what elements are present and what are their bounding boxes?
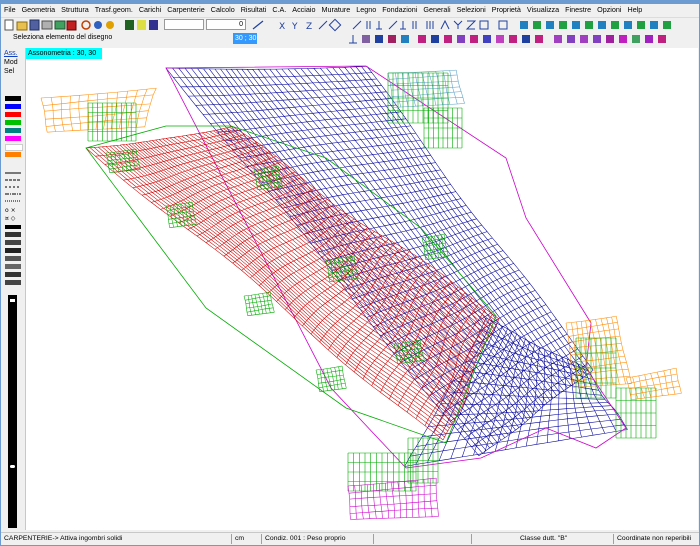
line-tool-icon[interactable] <box>252 20 264 30</box>
menu-item[interactable]: Opzioni <box>594 4 624 16</box>
property-tools-icons[interactable] <box>349 35 409 44</box>
menu-item[interactable]: Legno <box>353 4 379 16</box>
palette-icon[interactable] <box>125 20 134 30</box>
print-icon[interactable] <box>41 20 53 30</box>
color-swatch[interactable] <box>5 96 21 101</box>
svg-text:¤ ◇: ¤ ◇ <box>5 215 16 222</box>
grid-icon[interactable] <box>137 20 146 30</box>
slider-thumb-top[interactable] <box>10 299 15 302</box>
status-mode: CARPENTERIE-> Attiva ingombri solidi <box>4 535 123 542</box>
main-toolbar: X Y Z 0 <box>1 17 699 32</box>
svg-text:Z: Z <box>306 22 312 32</box>
menu-item[interactable]: File <box>1 4 19 16</box>
svg-text:X: X <box>279 22 285 32</box>
zoom-icon[interactable] <box>106 21 114 29</box>
status-coordinates: Coordinate non reperibili <box>617 535 692 542</box>
open-folder-icon[interactable] <box>16 21 28 31</box>
green-wall-bottom-right <box>407 437 439 484</box>
view-sel-button[interactable]: Sel <box>4 68 14 75</box>
color-swatch[interactable] <box>5 112 21 117</box>
view-mod-button[interactable]: Mod <box>4 59 18 66</box>
color-swatch[interactable] <box>5 152 21 157</box>
menu-item[interactable]: Proprietà <box>489 4 524 16</box>
orange-strip-mesh <box>40 87 157 133</box>
menu-item[interactable]: C.A. <box>269 4 289 16</box>
status-condition: Condiz. 001 : Peso proprio <box>265 535 346 542</box>
color-swatch[interactable] <box>5 144 23 151</box>
menu-item[interactable]: Help <box>625 4 646 16</box>
drawing-canvas[interactable] <box>26 48 698 530</box>
status-divider <box>373 534 374 544</box>
menu-bar: File Geometria Struttura Trasf.geom. Carichi… <box>1 4 699 16</box>
menu-item[interactable]: Carpenterie <box>164 4 208 16</box>
secondary-toolbar: Seleziona elemento del disegno 30 ; 30 <box>1 32 699 46</box>
menu-item[interactable]: Struttura <box>58 4 92 16</box>
menu-item[interactable]: Generali <box>420 4 453 16</box>
left-tool-panel: Ass. Mod Sel o × ¤ ◇ <box>1 48 26 530</box>
status-ductility: Classe dutt. "B" <box>520 535 568 542</box>
green-wall-top-right <box>387 72 449 124</box>
status-units: cm <box>235 535 245 542</box>
element-tools-icons[interactable] <box>352 19 489 30</box>
save-icon[interactable] <box>29 19 40 31</box>
bar-icon[interactable] <box>149 20 158 30</box>
menu-item[interactable]: Calcolo <box>208 4 238 16</box>
light-blue-block <box>387 69 465 108</box>
slab-outline <box>165 65 627 469</box>
result-tools-icons[interactable] <box>554 35 666 43</box>
toolbar-icons: X Y Z <box>4 18 671 32</box>
column-capital-mesh <box>253 165 283 190</box>
status-bar: CARPENTERIE-> Attiva ingombri solidi cm … <box>1 532 699 545</box>
new-file-icon[interactable] <box>4 19 14 31</box>
axis-icons[interactable]: X Y Z <box>279 18 342 32</box>
view-label: Assonometria : 30, 30 <box>26 48 102 59</box>
zoom-slider[interactable] <box>8 295 17 528</box>
load-tools-icons[interactable] <box>418 35 543 43</box>
green-wall-center-right <box>423 107 463 149</box>
menu-item[interactable]: Finestre <box>562 4 594 16</box>
selection-mode-field[interactable] <box>164 19 204 30</box>
menu-item[interactable]: Visualizza <box>524 4 562 16</box>
column-capital-mesh <box>315 365 347 392</box>
status-divider <box>261 534 262 544</box>
svg-text:o ×: o × <box>5 207 16 214</box>
menu-item[interactable]: Murature <box>318 4 353 16</box>
green-wall-top-left <box>87 102 137 142</box>
svg-text:Y: Y <box>291 22 298 32</box>
structure-mesh <box>40 65 682 520</box>
color-swatch[interactable] <box>5 104 21 109</box>
status-divider <box>471 534 472 544</box>
color-swatch[interactable] <box>5 128 21 133</box>
menu-item[interactable]: Carichi <box>136 4 164 16</box>
view-ass-button[interactable]: Ass. <box>4 50 18 57</box>
color-swatch[interactable] <box>5 136 21 141</box>
menu-item[interactable]: Geometria <box>19 4 59 16</box>
stop-icon[interactable] <box>66 20 77 31</box>
menu-item[interactable]: Selezioni <box>454 4 489 16</box>
undo-icon[interactable] <box>81 20 91 30</box>
preview-icon[interactable] <box>54 20 66 30</box>
orange-far-right-mesh <box>625 367 682 400</box>
menu-item[interactable]: Fondazioni <box>379 4 420 16</box>
menu-item[interactable]: Risultati <box>238 4 270 16</box>
status-divider <box>231 534 232 544</box>
rotate-icon[interactable] <box>94 21 102 29</box>
numeric-field[interactable]: 0 <box>206 19 246 30</box>
slider-thumb[interactable] <box>10 465 15 468</box>
view-tools-icons[interactable] <box>498 20 671 30</box>
menu-item[interactable]: Acciaio <box>289 4 318 16</box>
color-swatch[interactable] <box>5 120 21 125</box>
menu-item[interactable]: Trasf.geom. <box>92 4 136 16</box>
status-divider <box>613 534 614 544</box>
toolbar2-icons <box>349 35 666 44</box>
